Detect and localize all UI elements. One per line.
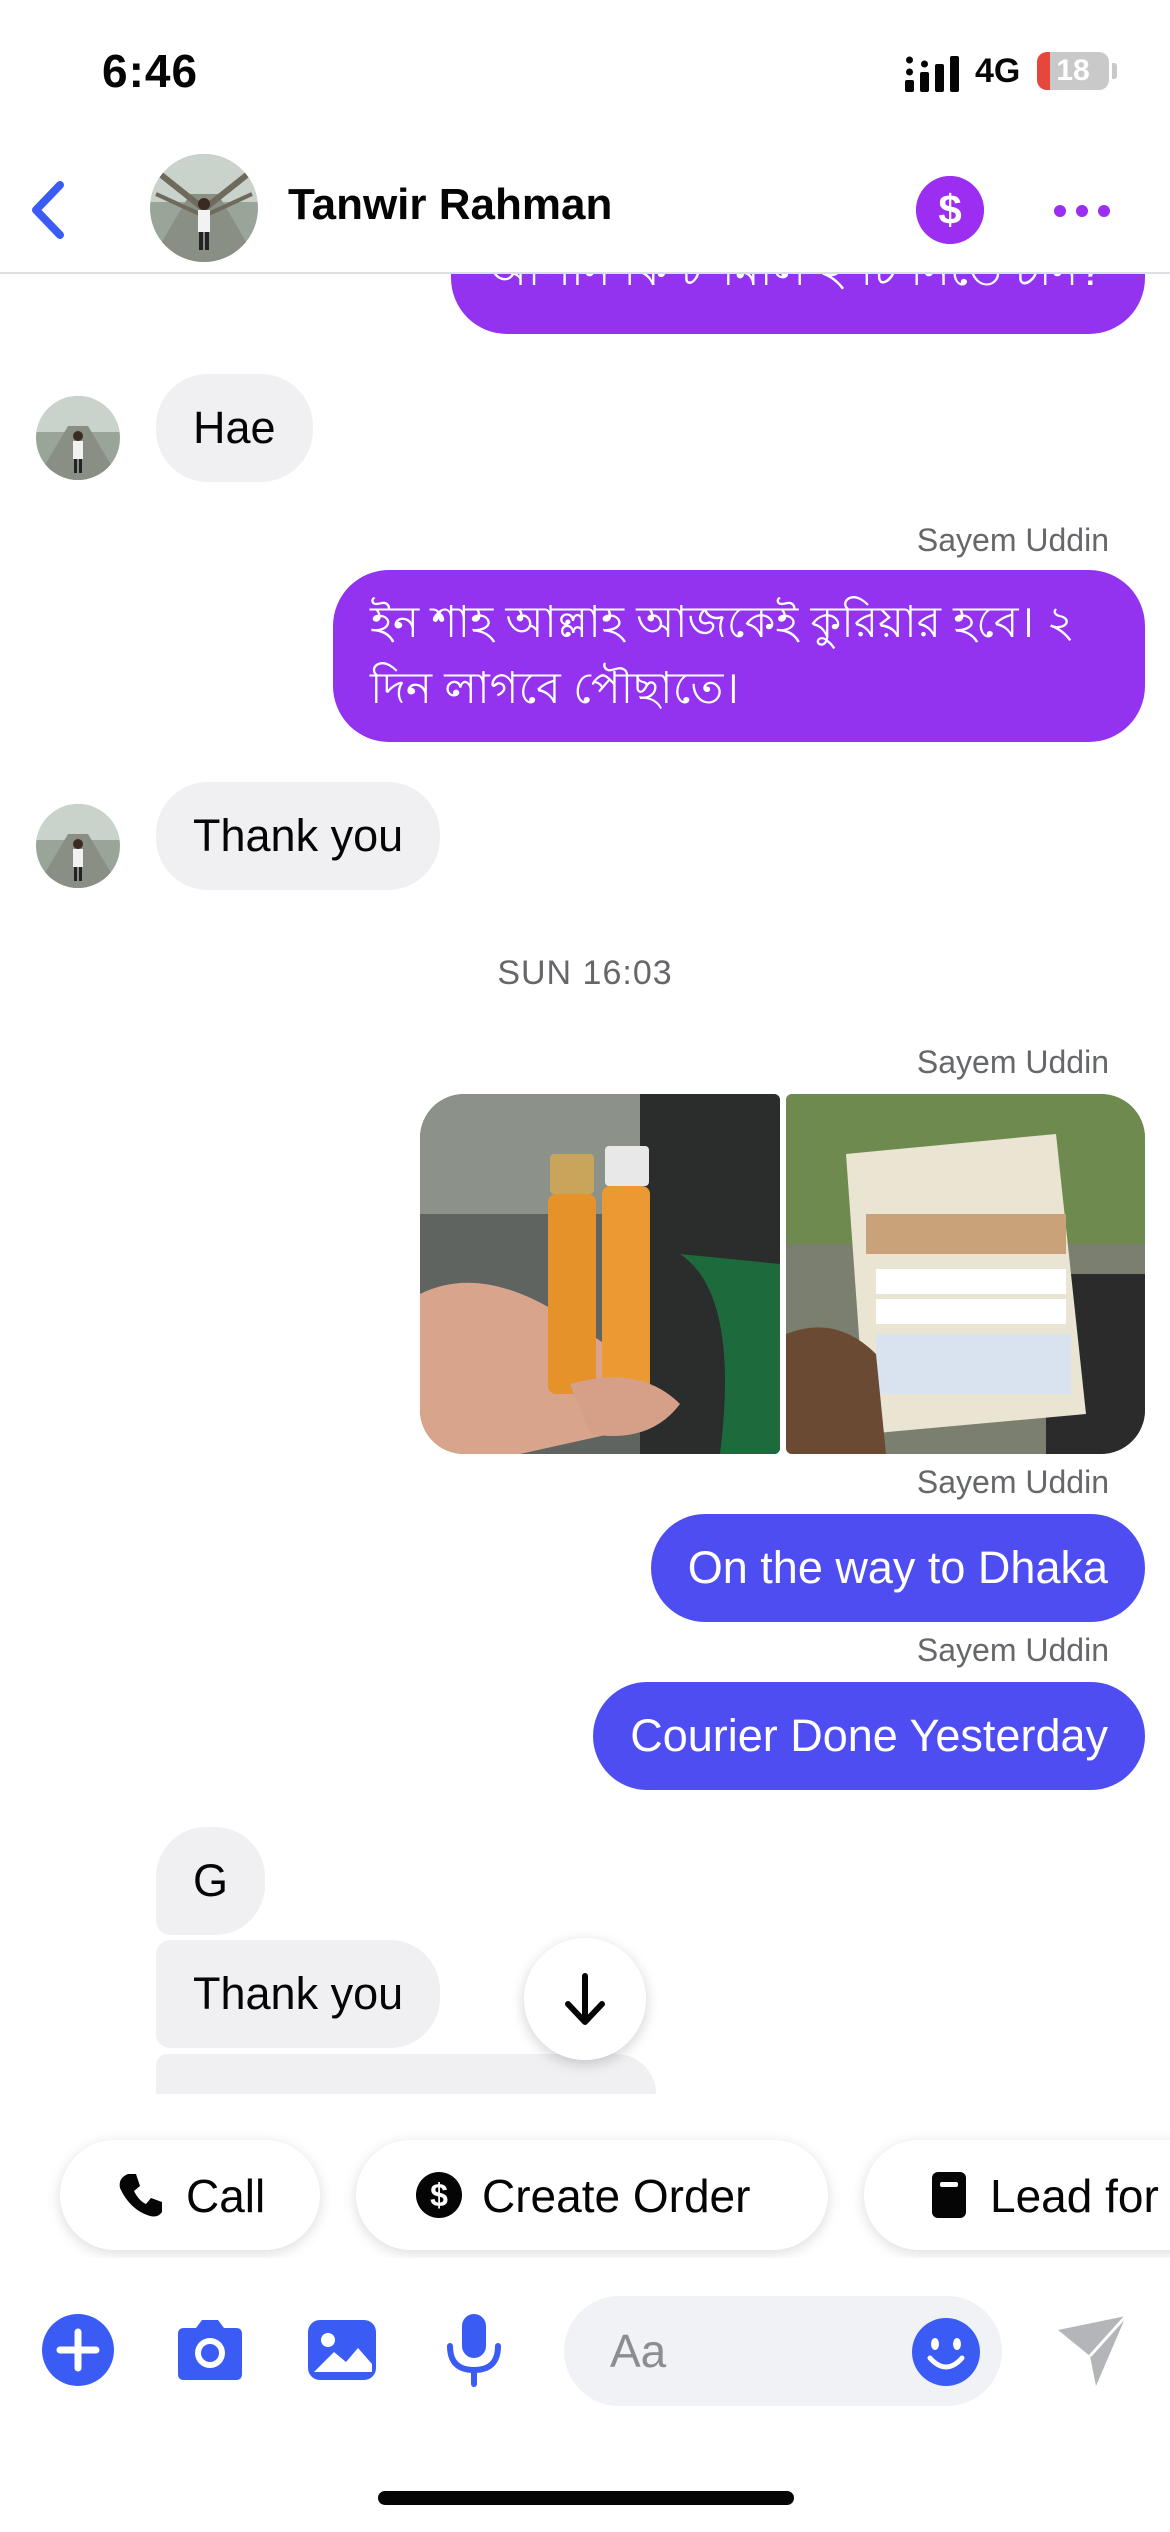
thread-timestamp: SUN 16:03 (497, 954, 673, 992)
network-label: 4G (975, 52, 1021, 90)
dollar-circle-icon: $ (416, 2172, 462, 2218)
sender-name: Sayem Uddin (916, 1464, 1109, 1500)
camera-icon[interactable] (168, 2308, 252, 2392)
image-icon[interactable] (300, 2308, 384, 2392)
message-bubble-incoming[interactable]: G (156, 1827, 266, 1935)
status-time: 6:46 (102, 45, 199, 97)
lead-form-label: Lead for (990, 2170, 1159, 2222)
pay-dollar-icon[interactable]: $ (916, 176, 984, 244)
message-bubble-incoming[interactable]: Hae (156, 374, 313, 482)
battery-indicator: 18 (1037, 52, 1109, 90)
plus-circle-icon[interactable] (36, 2308, 120, 2392)
send-icon[interactable] (1050, 2308, 1134, 2392)
message-composer (0, 2290, 1170, 2420)
emoji-icon[interactable] (910, 2316, 982, 2388)
message-bubble-outgoing[interactable]: ইন শাহ আল্লাহ আজকেই কুরিয়ার হবে। ২ দিন … (333, 570, 1145, 742)
message-bubble-incoming-partial[interactable] (156, 2054, 656, 2094)
form-icon (932, 2172, 966, 2218)
create-order-button[interactable]: $ Create Order (356, 2140, 828, 2250)
message-text: ইন শাহ আল্লাহ আজকেই কুরিয়ার হবে। ২ দিন … (370, 598, 1076, 713)
sender-name: Sayem Uddin (916, 522, 1109, 558)
svg-text:$: $ (430, 2177, 448, 2213)
lead-form-button[interactable]: Lead for (864, 2140, 1170, 2250)
signal-icon (905, 56, 959, 92)
message-thread[interactable]: আপনি কি ৮ মিলি ২ টি নিতে চান? Hae Sayem … (0, 274, 1170, 2094)
message-bubble-outgoing[interactable]: Courier Done Yesterday (593, 1682, 1145, 1790)
battery-level: 18 (1056, 54, 1090, 87)
home-indicator[interactable] (378, 2491, 794, 2505)
more-options-icon[interactable] (1050, 186, 1114, 236)
message-bubble-outgoing-partial[interactable]: আপনি কি ৮ মিলি ২ টি নিতে চান? (451, 274, 1145, 334)
sender-avatar[interactable] (36, 804, 120, 888)
microphone-icon[interactable] (432, 2308, 516, 2392)
status-bar: 6:46 4G 18 (0, 0, 1170, 150)
message-bubble-outgoing[interactable]: On the way to Dhaka (650, 1514, 1145, 1622)
conversation-header: Tanwir Rahman $ (0, 150, 1170, 274)
scroll-to-bottom-arrow-icon[interactable] (524, 1938, 646, 2060)
call-button[interactable]: Call (60, 2140, 320, 2250)
create-order-label: Create Order (482, 2170, 751, 2222)
contact-avatar[interactable] (150, 154, 258, 262)
message-bubble-incoming[interactable]: Thank you (156, 1940, 441, 2048)
back-chevron-icon[interactable] (18, 175, 78, 245)
quick-actions-bar: Call $ Create Order Lead for (0, 2118, 1170, 2258)
message-text: আপনি কি ৮ মিলি ২ টি নিতে চান? (488, 274, 1104, 300)
parcel-package-photo[interactable] (786, 1094, 1145, 1454)
sender-name: Sayem Uddin (916, 1044, 1109, 1080)
sender-avatar[interactable] (36, 396, 120, 480)
battery-tip (1112, 63, 1117, 79)
call-label: Call (186, 2170, 266, 2222)
svg-text:$: $ (938, 186, 961, 233)
message-bubble-incoming[interactable]: Thank you (156, 782, 441, 890)
contact-name[interactable]: Tanwir Rahman (288, 180, 612, 230)
perfume-bottles-photo[interactable] (420, 1094, 780, 1454)
phone-icon (119, 2174, 162, 2217)
sender-name: Sayem Uddin (916, 1632, 1109, 1668)
